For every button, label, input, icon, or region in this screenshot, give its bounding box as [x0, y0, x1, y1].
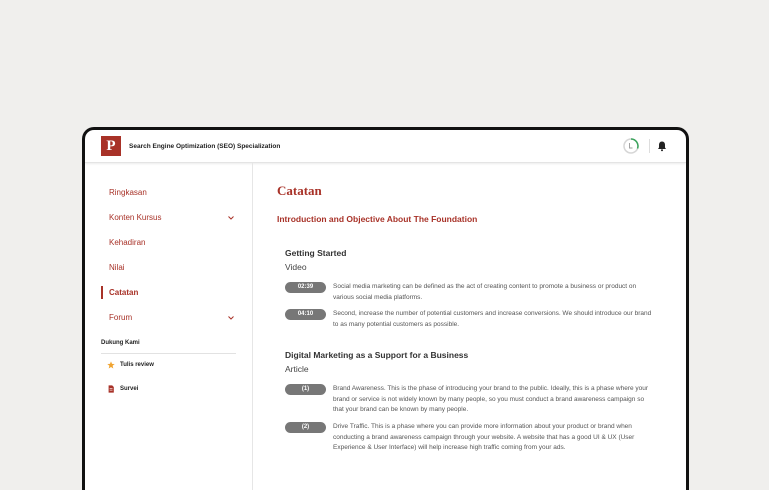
index-badge[interactable]: (2)	[285, 422, 326, 433]
progress-ring-icon[interactable]	[622, 137, 640, 155]
lesson-type: Video	[285, 262, 307, 272]
sidebar-item-konten-kursus[interactable]: Konten Kursus	[109, 212, 235, 224]
sidebar-item-nilai[interactable]: Nilai	[109, 262, 235, 274]
sidebar-item-label: Catatan	[109, 288, 139, 297]
sidebar-item-label: Forum	[109, 313, 133, 322]
bell-icon[interactable]	[656, 140, 668, 152]
timestamp-badge[interactable]: 02:39	[285, 282, 326, 293]
support-section-title: Dukung Kami	[101, 340, 140, 346]
star-icon	[107, 361, 115, 369]
sidebar: Ringkasan Konten Kursus Kehadiran Nilai …	[85, 163, 253, 490]
sidebar-item-label: Konten Kursus	[109, 213, 162, 222]
timestamp-badge[interactable]: 04:10	[285, 309, 326, 320]
document-icon	[108, 385, 114, 393]
sidebar-item-kehadiran[interactable]: Kehadiran	[109, 237, 235, 249]
course-title: Search Engine Optimization (SEO) Special…	[129, 142, 281, 150]
active-indicator	[101, 286, 103, 299]
divider	[101, 353, 236, 354]
lesson-title: Getting Started	[285, 248, 347, 258]
page-title: Catatan	[277, 183, 322, 198]
sidebar-item-label: Nilai	[109, 263, 125, 272]
note-text: Drive Traffic. This is a phase where you…	[333, 423, 635, 451]
section-title: Introduction and Objective About The Fou…	[277, 214, 478, 224]
top-bar: P Search Engine Optimization (SEO) Speci…	[85, 130, 686, 163]
sidebar-item-forum[interactable]: Forum	[109, 312, 235, 324]
brand-logo[interactable]: P	[101, 136, 121, 156]
lesson-type: Article	[285, 364, 309, 374]
app-window: P Search Engine Optimization (SEO) Speci…	[82, 127, 689, 490]
sidebar-item-catatan[interactable]: Catatan	[109, 287, 235, 299]
index-badge[interactable]: (1)	[285, 384, 326, 395]
lesson-title: Digital Marketing as a Support for a Bus…	[285, 350, 469, 360]
sidebar-item-label: Kehadiran	[109, 238, 146, 247]
topbar-divider	[649, 139, 650, 153]
notes-content: Catatan Introduction and Objective About…	[253, 163, 686, 490]
chevron-down-icon[interactable]	[227, 214, 235, 222]
support-item-label: Tulis review	[120, 362, 154, 368]
chevron-down-icon[interactable]	[227, 314, 235, 322]
sidebar-item-label: Ringkasan	[109, 188, 147, 197]
note-text: Second, increase the number of potential…	[333, 310, 652, 328]
write-review-link[interactable]: Tulis review	[107, 361, 154, 369]
survey-link[interactable]: Survei	[107, 385, 138, 393]
sidebar-item-ringkasan[interactable]: Ringkasan	[109, 187, 235, 199]
note-text: Brand Awareness. This is the phase of in…	[333, 385, 649, 413]
support-item-label: Survei	[120, 386, 139, 392]
note-text: Social media marketing can be defined as…	[333, 283, 637, 301]
